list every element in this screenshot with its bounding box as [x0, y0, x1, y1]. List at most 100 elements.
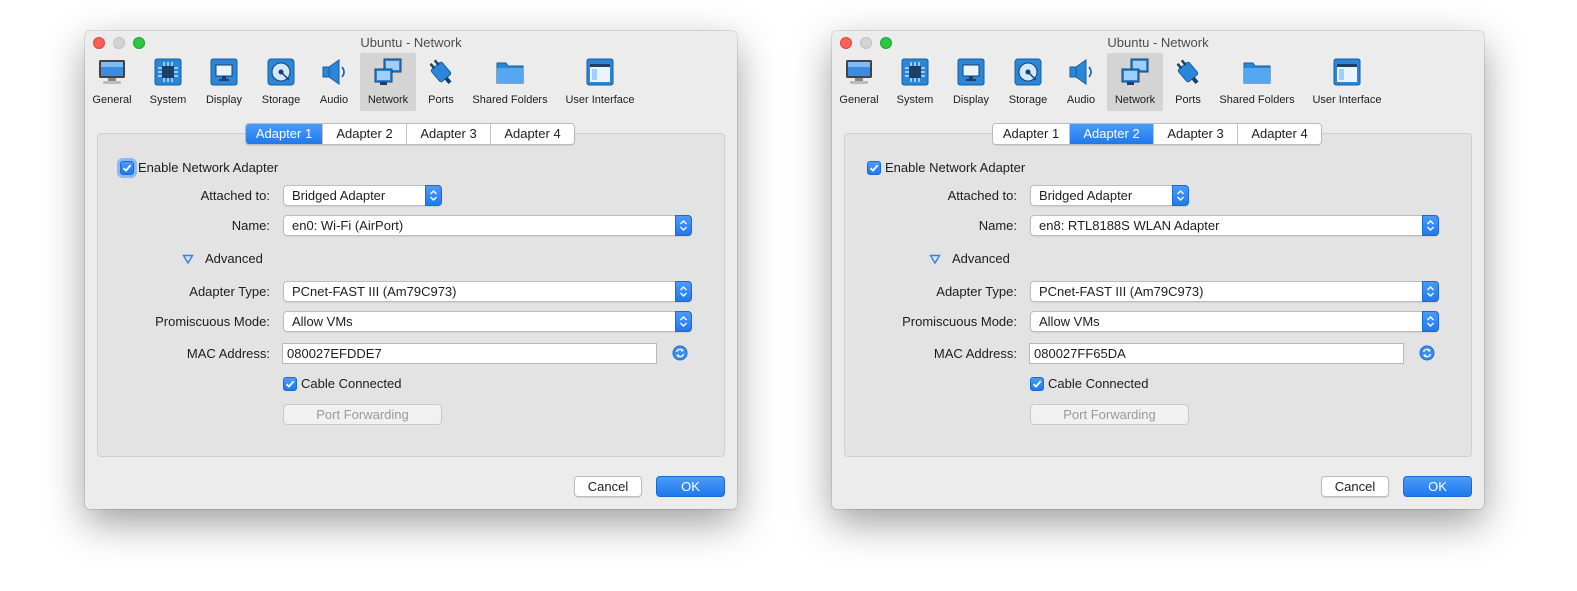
updown-chevron-icon: [675, 281, 692, 302]
advanced-disclosure-label[interactable]: Advanced: [205, 251, 263, 266]
toolbar-label: Storage: [261, 94, 301, 106]
mac-address-field[interactable]: [282, 343, 657, 364]
cable-connected-checkbox[interactable]: [283, 377, 297, 391]
toolbar-user-interface[interactable]: User Interface: [1308, 53, 1386, 111]
port-forwarding-button[interactable]: Port Forwarding: [283, 404, 442, 425]
toolbar-shared-folders[interactable]: Shared Folders: [1217, 53, 1297, 111]
toolbar-general[interactable]: General: [836, 53, 882, 111]
network-icon: [1121, 58, 1149, 85]
ok-button[interactable]: OK: [656, 476, 725, 497]
attached-to-select[interactable]: Bridged Adapter: [1030, 185, 1189, 206]
disclosure-triangle-icon[interactable]: [182, 253, 194, 265]
adapter-type-label: Adapter Type:: [936, 284, 1017, 299]
toolbar-system[interactable]: System: [145, 53, 191, 111]
ports-plug-icon: [429, 59, 452, 85]
toolbar-audio[interactable]: Audio: [313, 53, 355, 111]
cable-connected-checkbox[interactable]: [1030, 377, 1044, 391]
toolbar-label: System: [149, 94, 187, 106]
tab-adapter-1[interactable]: Adapter 1: [993, 124, 1069, 144]
enable-network-adapter-label: Enable Network Adapter: [138, 160, 279, 175]
system-chip-icon: [154, 58, 182, 86]
name-select[interactable]: en8: RTL8188S WLAN Adapter: [1030, 215, 1439, 236]
enable-network-adapter-checkbox[interactable]: [120, 161, 134, 175]
window-title: Ubuntu - Network: [1107, 35, 1209, 50]
refresh-mac-icon[interactable]: [1419, 345, 1435, 361]
toolbar-label: Ports: [1175, 94, 1201, 106]
mac-address-input[interactable]: [283, 344, 656, 363]
adapter-type-select[interactable]: PCnet-FAST III (Am79C973): [1030, 281, 1439, 302]
toolbar-label: Display: [205, 94, 243, 106]
title-bar[interactable]: Ubuntu - Network: [832, 31, 1484, 53]
storage-disk-icon: [267, 58, 295, 86]
promiscuous-mode-value: Allow VMs: [292, 314, 353, 329]
adapter-type-select[interactable]: PCnet-FAST III (Am79C973): [283, 281, 692, 302]
toolbar-audio[interactable]: Audio: [1060, 53, 1102, 111]
system-chip-icon: [901, 58, 929, 86]
toolbar-display[interactable]: Display: [948, 53, 994, 111]
toolbar-general[interactable]: General: [89, 53, 135, 111]
mac-address-input[interactable]: [1030, 344, 1403, 363]
promiscuous-mode-select[interactable]: Allow VMs: [283, 311, 692, 332]
attached-to-label: Attached to:: [947, 188, 1017, 203]
window-title: Ubuntu - Network: [360, 35, 462, 50]
toolbar-ports[interactable]: Ports: [1167, 53, 1209, 111]
cancel-button[interactable]: Cancel: [1321, 476, 1389, 497]
refresh-mac-icon[interactable]: [672, 345, 688, 361]
tab-adapter-1[interactable]: Adapter 1: [246, 124, 322, 144]
checkmark-icon: [1032, 380, 1042, 388]
shared-folder-icon: [496, 62, 524, 84]
display-monitor-icon: [957, 58, 985, 86]
disclosure-triangle-icon[interactable]: [929, 253, 941, 265]
adapter-type-label: Adapter Type:: [189, 284, 270, 299]
toolbar-network[interactable]: Network: [1107, 53, 1163, 111]
audio-speaker-icon: [322, 59, 345, 85]
toolbar-user-interface[interactable]: User Interface: [561, 53, 639, 111]
toolbar-storage[interactable]: Storage: [1004, 53, 1052, 111]
toolbar-shared-folders[interactable]: Shared Folders: [470, 53, 550, 111]
name-select[interactable]: en0: Wi-Fi (AirPort): [283, 215, 692, 236]
attached-to-select[interactable]: Bridged Adapter: [283, 185, 442, 206]
cable-connected-label: Cable Connected: [301, 376, 402, 391]
toolbar-ports[interactable]: Ports: [420, 53, 462, 111]
general-icon: [846, 60, 872, 84]
port-forwarding-button[interactable]: Port Forwarding: [1030, 404, 1189, 425]
display-monitor-icon: [210, 58, 238, 86]
cancel-button[interactable]: Cancel: [574, 476, 642, 497]
shared-folder-icon: [1243, 62, 1271, 84]
ports-plug-icon: [1176, 59, 1199, 85]
promiscuous-mode-label: Promiscuous Mode:: [902, 314, 1017, 329]
updown-chevron-icon: [1422, 215, 1439, 236]
updown-chevron-icon: [1422, 311, 1439, 332]
tab-adapter-2[interactable]: Adapter 2: [322, 124, 406, 144]
enable-network-adapter-checkbox[interactable]: [867, 161, 881, 175]
toolbar-label: Audio: [319, 94, 349, 106]
title-bar[interactable]: Ubuntu - Network: [85, 31, 737, 53]
settings-window-adapter-1: Ubuntu - Network General System Display …: [85, 31, 737, 509]
toolbar-system[interactable]: System: [892, 53, 938, 111]
ok-button[interactable]: OK: [1403, 476, 1472, 497]
tab-adapter-3[interactable]: Adapter 3: [1153, 124, 1237, 144]
advanced-disclosure-label[interactable]: Advanced: [952, 251, 1010, 266]
tab-adapter-3[interactable]: Adapter 3: [406, 124, 490, 144]
toolbar-storage[interactable]: Storage: [257, 53, 305, 111]
name-value: en8: RTL8188S WLAN Adapter: [1039, 218, 1220, 233]
adapter-type-value: PCnet-FAST III (Am79C973): [1039, 284, 1204, 299]
tab-adapter-2[interactable]: Adapter 2: [1069, 124, 1153, 144]
cable-connected-label: Cable Connected: [1048, 376, 1149, 391]
toolbar-label: Network: [1114, 94, 1156, 106]
mac-address-field[interactable]: [1029, 343, 1404, 364]
tab-adapter-4[interactable]: Adapter 4: [1237, 124, 1321, 144]
toolbar-display[interactable]: Display: [201, 53, 247, 111]
tab-adapter-4[interactable]: Adapter 4: [490, 124, 574, 144]
toolbar-label: General: [92, 94, 132, 106]
adapter-tab-bar: Adapter 1 Adapter 2 Adapter 3 Adapter 4: [992, 123, 1322, 145]
promiscuous-mode-select[interactable]: Allow VMs: [1030, 311, 1439, 332]
updown-chevron-icon: [675, 311, 692, 332]
user-interface-window-icon: [1333, 58, 1361, 86]
audio-speaker-icon: [1069, 59, 1092, 85]
updown-chevron-icon: [1422, 281, 1439, 302]
toolbar-network[interactable]: Network: [360, 53, 416, 111]
general-icon: [99, 60, 125, 84]
name-label: Name:: [978, 218, 1017, 233]
attached-to-label: Attached to:: [200, 188, 270, 203]
